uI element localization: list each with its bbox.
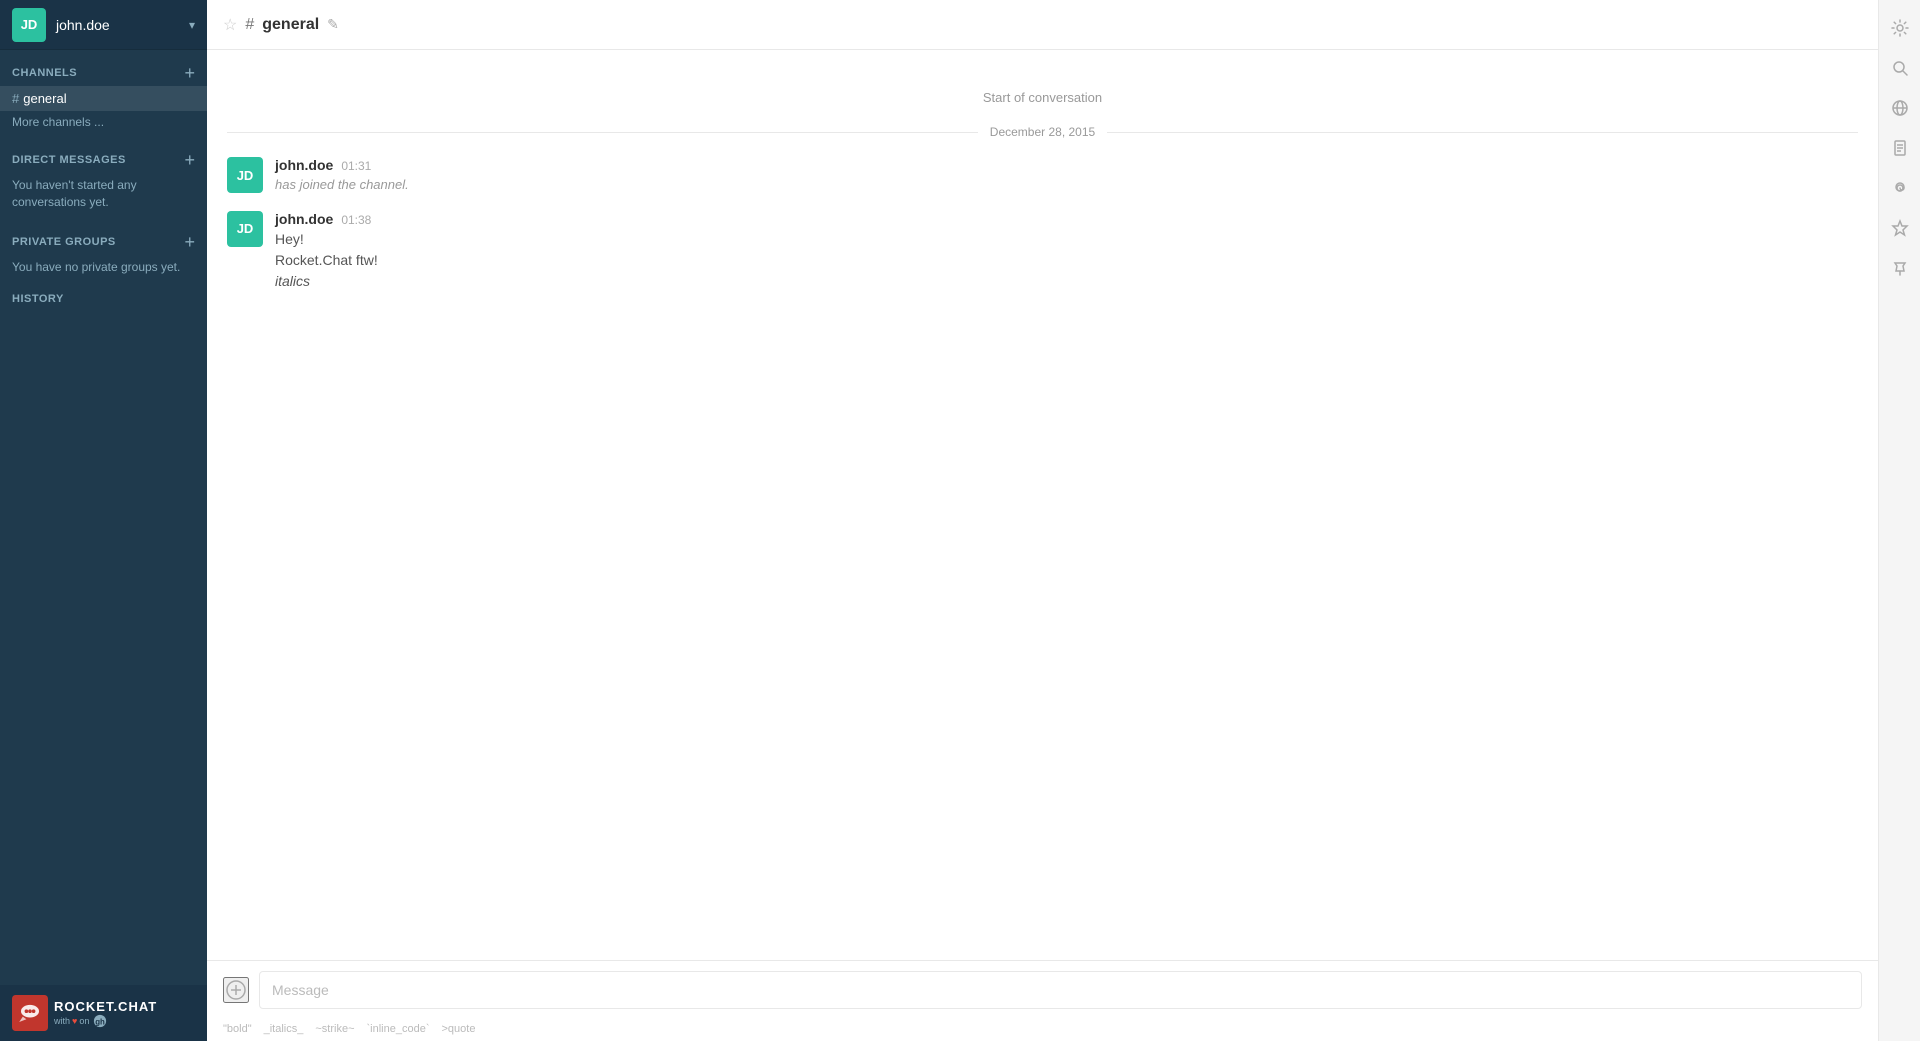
format-code-hint: `inline_code` [367, 1023, 430, 1035]
channel-name-heading: general [262, 16, 319, 34]
groups-title: PRIVATE GROUPS [12, 236, 116, 248]
format-hints-bar: "bold" _italics_ ~strike~ `inline_code` … [207, 1019, 1878, 1041]
format-italics-hint: _italics_ [264, 1023, 304, 1035]
heart-icon: ♥ [72, 1016, 77, 1026]
rocket-chat-name: ROCKET.CHAT with ♥ on gh [54, 999, 157, 1028]
message-time: 01:38 [341, 213, 371, 227]
username-label: john.doe [56, 17, 189, 33]
start-of-conversation: Start of conversation [207, 70, 1878, 115]
logo-name-label: ROCKET.CHAT [54, 999, 157, 1014]
at-icon[interactable] [1882, 170, 1918, 206]
message-time: 01:31 [341, 159, 371, 173]
channel-header: ☆ # general ✎ [207, 0, 1878, 50]
avatar: JD [227, 211, 263, 247]
attachment-icon [225, 979, 247, 1001]
message-meta: john.doe 01:38 [275, 211, 1858, 227]
message-content: john.doe 01:38 Hey! Rocket.Chat ftw! ita… [275, 211, 1858, 292]
message-input-area [207, 960, 1878, 1019]
channel-hash-icon: # [245, 16, 254, 34]
sidebar: JD john.doe ▾ CHANNELS + # general More … [0, 0, 207, 1041]
format-strike-hint: ~strike~ [315, 1023, 354, 1035]
chat-area: Start of conversation December 28, 2015 … [207, 50, 1878, 960]
favorite-star-icon[interactable]: ☆ [223, 15, 237, 35]
channel-name-label: general [23, 91, 66, 106]
right-sidebar [1878, 0, 1920, 1041]
sidebar-footer: ROCKET.CHAT with ♥ on gh [0, 985, 207, 1041]
message-row: JD john.doe 01:31 has joined the channel… [207, 149, 1878, 203]
dm-title: DIRECT MESSAGES [12, 154, 126, 166]
channels-section: CHANNELS + # general More channels ... [0, 50, 207, 137]
settings-icon[interactable] [1882, 10, 1918, 46]
add-channel-button[interactable]: + [184, 64, 195, 82]
github-icon: gh [93, 1014, 107, 1028]
format-bold-hint: "bold" [223, 1023, 252, 1035]
message-input[interactable] [259, 971, 1862, 1009]
logo-sub-label: with ♥ on gh [54, 1014, 157, 1028]
edit-channel-icon[interactable]: ✎ [327, 16, 339, 33]
add-group-button[interactable]: + [184, 233, 195, 251]
message-content: john.doe 01:31 has joined the channel. [275, 157, 1858, 195]
more-channels-link[interactable]: More channels ... [0, 111, 207, 133]
channels-header: CHANNELS + [0, 60, 207, 86]
globe-icon[interactable] [1882, 90, 1918, 126]
private-groups-section: PRIVATE GROUPS + You have no private gro… [0, 219, 207, 284]
message-text: has joined the channel. [275, 175, 1858, 195]
format-quote-hint: >quote [441, 1023, 475, 1035]
sidebar-item-general[interactable]: # general [0, 86, 207, 111]
avatar: JD [227, 157, 263, 193]
channels-title: CHANNELS [12, 67, 77, 79]
rocket-chat-logo-icon [12, 995, 48, 1031]
avatar: JD [12, 8, 46, 42]
history-label[interactable]: HISTORY [0, 283, 207, 309]
dm-empty-text: You haven't started any conversations ye… [0, 173, 207, 215]
message-author: john.doe [275, 157, 333, 173]
date-divider-line-left [227, 132, 978, 133]
search-icon[interactable] [1882, 50, 1918, 86]
message-text-hey: Hey! [275, 229, 1858, 250]
date-divider-line-right [1107, 132, 1858, 133]
add-dm-button[interactable]: + [184, 151, 195, 169]
main-content: ☆ # general ✎ Start of conversation Dece… [207, 0, 1878, 1041]
message-author: john.doe [275, 211, 333, 227]
direct-messages-section: DIRECT MESSAGES + You haven't started an… [0, 137, 207, 219]
attachment-button[interactable] [223, 977, 249, 1003]
chevron-down-icon: ▾ [189, 18, 195, 32]
star-icon[interactable] [1882, 210, 1918, 246]
file-icon[interactable] [1882, 130, 1918, 166]
date-label: December 28, 2015 [990, 125, 1095, 139]
user-menu[interactable]: JD john.doe ▾ [0, 0, 207, 50]
svg-text:gh: gh [96, 1017, 106, 1026]
groups-header: PRIVATE GROUPS + [0, 229, 207, 255]
hash-icon: # [12, 91, 19, 106]
message-row: JD john.doe 01:38 Hey! Rocket.Chat ftw! … [207, 203, 1878, 300]
message-meta: john.doe 01:31 [275, 157, 1858, 173]
rocket-chat-logo: ROCKET.CHAT with ♥ on gh [12, 995, 157, 1031]
date-divider: December 28, 2015 [207, 115, 1878, 149]
message-text-italics: italics [275, 271, 1858, 292]
groups-empty-text: You have no private groups yet. [0, 255, 207, 280]
message-text-rocket: Rocket.Chat ftw! [275, 250, 1858, 271]
dm-header: DIRECT MESSAGES + [0, 147, 207, 173]
pin-icon[interactable] [1882, 250, 1918, 286]
